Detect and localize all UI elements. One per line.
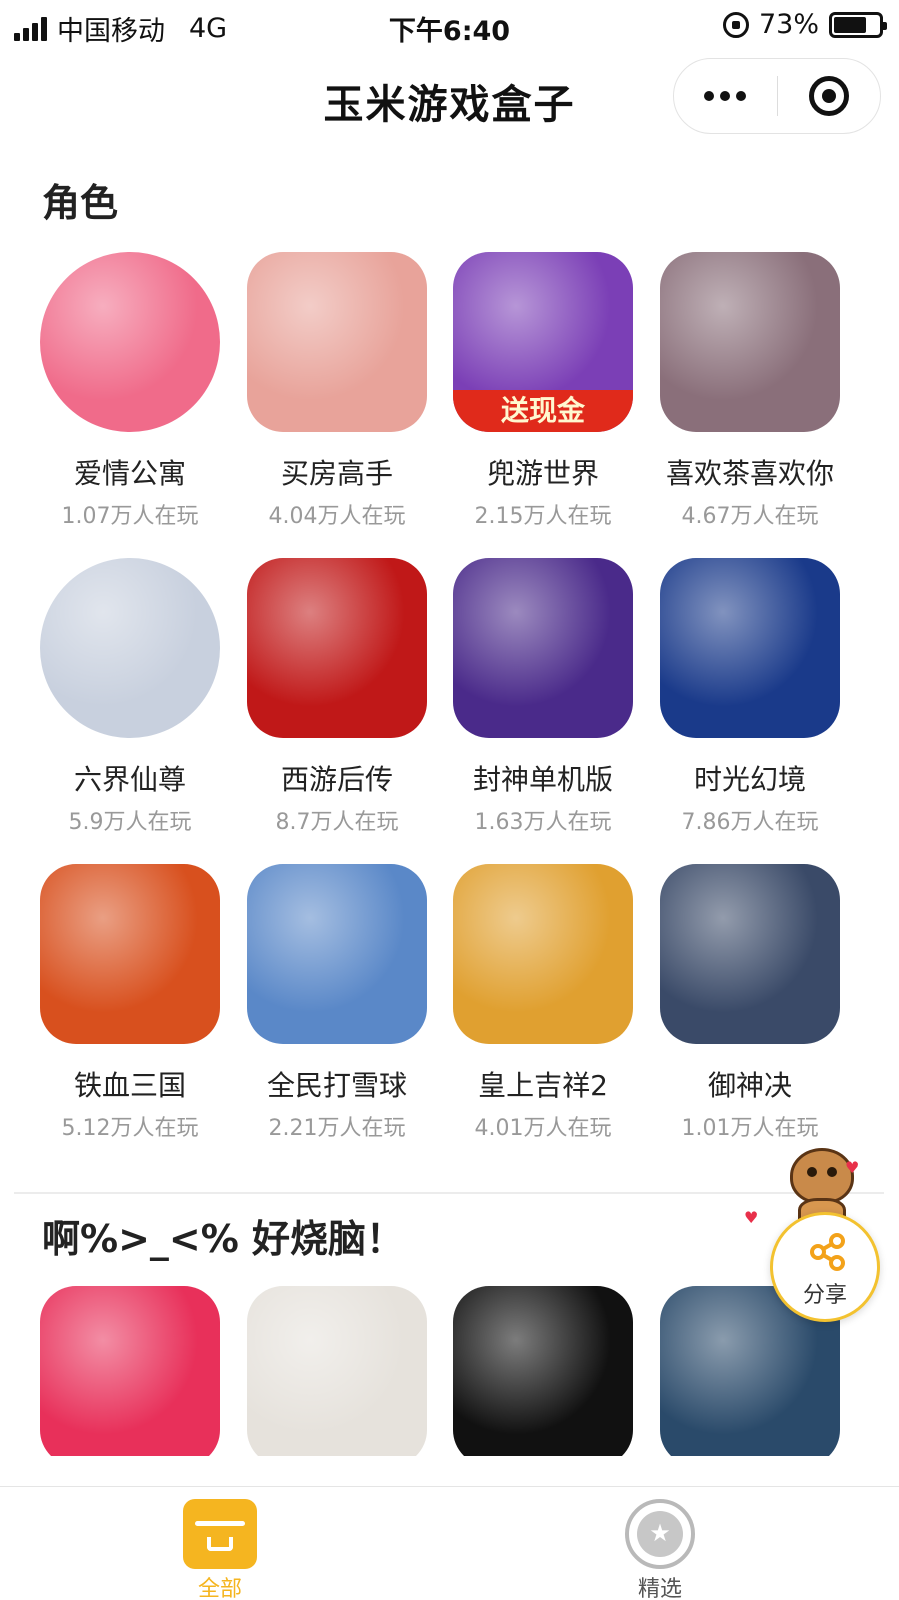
heart-icon: ♥ [744, 1208, 759, 1227]
game-icon[interactable] [660, 252, 840, 432]
game-name: 兜游世界 [486, 457, 599, 490]
game-name: 封神单机版 [472, 763, 613, 796]
miniprogram-capsule [673, 58, 881, 134]
game-item[interactable]: 买房高手 4.04万人在玩 [237, 252, 437, 530]
share-button[interactable]: 分享 [770, 1212, 880, 1322]
game-item[interactable]: 时光幻境 7.86万人在玩 [650, 558, 850, 836]
game-name: 全民打雪球 [266, 1069, 407, 1102]
player-count: 4.01万人在玩 [474, 1116, 612, 1141]
game-item[interactable] [30, 1286, 230, 1456]
player-count: 2.15万人在玩 [474, 504, 612, 529]
game-item[interactable]: 爱情公寓 1.07万人在玩 [30, 252, 230, 530]
game-name: 买房高手 [280, 457, 393, 490]
section-title-roles: 角色 [42, 181, 119, 225]
player-count: 1.01万人在玩 [681, 1116, 819, 1141]
battery-percent: 73% [758, 9, 819, 40]
player-count: 2.21万人在玩 [268, 1116, 406, 1141]
game-item[interactable]: 封神单机版 1.63万人在玩 [443, 558, 643, 836]
game-badge: 送现金 [453, 390, 633, 432]
player-count: 5.9万人在玩 [68, 810, 192, 835]
game-name: 皇上吉祥2 [478, 1069, 608, 1102]
close-button[interactable] [777, 76, 880, 116]
game-item[interactable] [237, 1286, 437, 1456]
player-count: 4.67万人在玩 [681, 504, 819, 529]
player-count: 8.7万人在玩 [275, 810, 399, 835]
game-item[interactable]: 全民打雪球 2.21万人在玩 [237, 864, 437, 1142]
section-title-puzzle: 啊%>_<% 好烧脑！ [42, 1217, 405, 1261]
share-label: 分享 [802, 1283, 847, 1308]
tab-bar: 全部 ★ 精选 [0, 1486, 899, 1600]
games-grid-roles: 爱情公寓 1.07万人在玩 买房高手 4.04万人在玩 送现金兜游世界 2.15万人在玩 喜… [0, 252, 899, 1170]
tab-label: 全部 [197, 1577, 242, 1600]
player-count: 1.07万人在玩 [61, 504, 199, 529]
share-icon [810, 1233, 845, 1271]
battery-icon [829, 11, 887, 38]
player-count: 4.04万人在玩 [268, 504, 406, 529]
section-divider [14, 1192, 884, 1194]
status-right: 73% [722, 9, 887, 40]
player-count: 7.86万人在玩 [681, 810, 819, 835]
games-grid-puzzle [0, 1286, 899, 1456]
game-name: 铁血三国 [73, 1069, 186, 1102]
more-dots-icon[interactable] [674, 91, 777, 101]
game-item[interactable]: 御神决 1.01万人在玩 [650, 864, 850, 1142]
tab-featured[interactable]: ★ 精选 [580, 1487, 740, 1600]
heart-icon: ♥ [845, 1158, 860, 1177]
game-item[interactable]: 西游后传 8.7万人在玩 [237, 558, 437, 836]
game-name: 西游后传 [280, 763, 393, 796]
game-name: 喜欢茶喜欢你 [665, 457, 834, 490]
game-name: 御神决 [707, 1069, 792, 1102]
game-item[interactable]: 铁血三国 5.12万人在玩 [30, 864, 230, 1142]
nav-bar: 玉米游戏盒子 [0, 50, 899, 145]
game-item[interactable]: 喜欢茶喜欢你 4.67万人在玩 [650, 252, 850, 530]
game-icon[interactable] [660, 864, 840, 1044]
game-name: 六界仙尊 [73, 763, 186, 796]
star-badge-icon: ★ [625, 1499, 695, 1569]
player-count: 5.12万人在玩 [61, 1116, 199, 1141]
game-item[interactable]: 六界仙尊 5.9万人在玩 [30, 558, 230, 836]
game-icon[interactable] [247, 252, 427, 432]
tab-label: 精选 [637, 1577, 682, 1600]
game-icon[interactable] [247, 558, 427, 738]
status-bar: 中国移动 4G 下午6:40 73% [0, 0, 899, 50]
box-icon [183, 1499, 257, 1569]
battery-fill [834, 16, 867, 33]
game-icon[interactable]: 送现金 [453, 252, 633, 432]
game-icon[interactable] [247, 864, 427, 1044]
game-name: 时光幻境 [693, 763, 806, 796]
game-icon[interactable] [453, 1286, 633, 1456]
game-icon[interactable] [453, 558, 633, 738]
player-count: 1.63万人在玩 [474, 810, 612, 835]
rotation-lock-icon [722, 11, 749, 38]
game-icon[interactable] [453, 864, 633, 1044]
target-circle-icon [808, 76, 849, 116]
game-icon[interactable] [247, 1286, 427, 1456]
game-icon[interactable] [40, 1286, 220, 1456]
game-item[interactable]: 皇上吉祥2 4.01万人在玩 [443, 864, 643, 1142]
game-icon[interactable] [40, 558, 220, 738]
game-icon[interactable] [660, 558, 840, 738]
game-icon[interactable] [40, 252, 220, 432]
game-item[interactable]: 送现金兜游世界 2.15万人在玩 [443, 252, 643, 530]
game-icon[interactable] [40, 864, 220, 1044]
game-item[interactable] [443, 1286, 643, 1456]
game-name: 爱情公寓 [73, 457, 186, 490]
tab-all[interactable]: 全部 [140, 1487, 300, 1600]
